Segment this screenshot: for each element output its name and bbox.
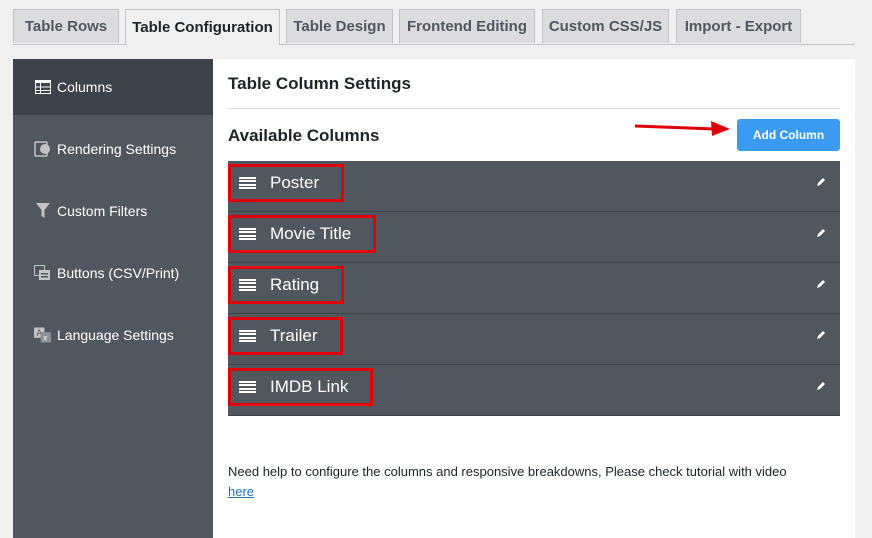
- tab-import-export[interactable]: Import - Export: [676, 9, 801, 43]
- column-row[interactable]: Trailer: [228, 314, 840, 365]
- column-item: IMDB Link: [228, 368, 374, 406]
- column-name: Trailer: [270, 326, 318, 345]
- pencil-icon[interactable]: [816, 330, 826, 340]
- sidebar-item-rendering-settings[interactable]: Rendering Settings: [13, 121, 213, 177]
- pencil-icon[interactable]: [816, 228, 826, 238]
- table-icon: [34, 79, 51, 96]
- tab-table-design[interactable]: Table Design: [286, 9, 393, 43]
- svg-text:x: x: [43, 334, 48, 343]
- drag-handle-icon[interactable]: [239, 228, 256, 240]
- column-row[interactable]: IMDB Link: [228, 365, 840, 416]
- settings-sidebar: Columns Rendering Settings Custom Filter…: [13, 59, 213, 538]
- column-row[interactable]: Rating: [228, 263, 840, 314]
- drag-handle-icon[interactable]: [239, 330, 256, 342]
- column-item: Movie Title: [228, 215, 377, 253]
- rendering-icon: [34, 141, 51, 158]
- tab-custom-css-js[interactable]: Custom CSS/JS: [542, 9, 669, 43]
- help-text: Need help to configure the columns and r…: [228, 462, 840, 502]
- column-name: Rating: [270, 275, 320, 294]
- buttons-icon: [34, 265, 51, 282]
- drag-handle-icon[interactable]: [239, 279, 256, 291]
- pencil-icon[interactable]: [816, 177, 826, 187]
- translation-icon: Ax: [34, 327, 51, 344]
- sidebar-item-buttons[interactable]: Buttons (CSV/Print): [13, 245, 213, 301]
- page-title: Table Column Settings: [228, 74, 411, 93]
- sidebar-item-custom-filters[interactable]: Custom Filters: [13, 183, 213, 239]
- sidebar-item-label: Columns: [57, 79, 113, 95]
- help-message: Need help to configure the columns and r…: [228, 464, 787, 479]
- sidebar-item-columns[interactable]: Columns: [13, 59, 213, 115]
- columns-list: Poster Movie Title Rating Trailer IMDB L…: [228, 161, 840, 416]
- column-item: Poster: [228, 164, 345, 202]
- divider: [228, 108, 840, 109]
- pencil-icon[interactable]: [816, 279, 826, 289]
- tab-table-rows[interactable]: Table Rows: [13, 9, 119, 43]
- settings-panel: Columns Rendering Settings Custom Filter…: [13, 59, 855, 538]
- column-row[interactable]: Movie Title: [228, 212, 840, 263]
- column-settings: Table Column Settings Available Columns …: [228, 59, 840, 538]
- sidebar-item-label: Language Settings: [57, 327, 174, 343]
- column-name: IMDB Link: [270, 377, 349, 396]
- column-item: Trailer: [228, 317, 343, 355]
- sidebar-item-label: Rendering Settings: [57, 141, 177, 157]
- column-item: Rating: [228, 266, 345, 304]
- add-column-button[interactable]: Add Column: [737, 119, 840, 151]
- tab-frontend-editing[interactable]: Frontend Editing: [399, 9, 535, 43]
- tab-table-configuration[interactable]: Table Configuration: [125, 9, 280, 45]
- filter-icon: [34, 203, 51, 220]
- sidebar-item-label: Custom Filters: [57, 203, 148, 219]
- available-columns-heading: Available Columns: [228, 126, 380, 145]
- arrow-annotation: [634, 121, 730, 136]
- sidebar-item-language-settings[interactable]: Ax Language Settings: [13, 307, 213, 363]
- column-row[interactable]: Poster: [228, 161, 840, 212]
- tutorial-link[interactable]: here: [228, 484, 254, 499]
- drag-handle-icon[interactable]: [239, 381, 256, 393]
- pencil-icon[interactable]: [816, 381, 826, 391]
- sidebar-item-label: Buttons (CSV/Print): [57, 265, 180, 281]
- column-name: Poster: [270, 173, 320, 192]
- tab-bar: Table Rows Table Configuration Table Des…: [13, 9, 855, 45]
- drag-handle-icon[interactable]: [239, 177, 256, 189]
- column-name: Movie Title: [270, 224, 352, 243]
